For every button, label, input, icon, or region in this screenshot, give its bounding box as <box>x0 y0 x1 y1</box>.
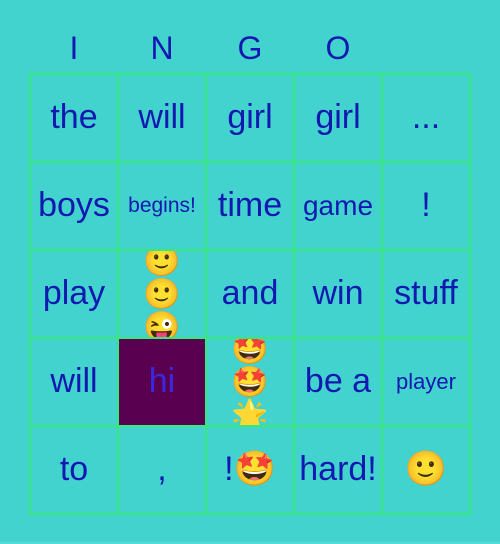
bingo-board: the will girl girl ... boys begins! time… <box>29 73 471 515</box>
bingo-cell[interactable]: to <box>31 427 119 515</box>
bingo-cell[interactable]: win <box>295 251 383 339</box>
bingo-cell[interactable]: girl <box>295 75 383 163</box>
bingo-cell[interactable]: , <box>119 427 207 515</box>
bingo-cell[interactable]: player <box>383 339 471 427</box>
bingo-cell[interactable]: will <box>119 75 207 163</box>
bingo-cell[interactable]: begins! <box>119 163 207 251</box>
bingo-cell[interactable]: be a <box>295 339 383 427</box>
bingo-cell[interactable]: girl <box>207 75 295 163</box>
header-letter-col-4: O <box>325 30 351 66</box>
bingo-cell[interactable]: 🙂 <box>383 427 471 515</box>
bingo-cell[interactable]: ... <box>383 75 471 163</box>
bingo-cell[interactable]: stuff <box>383 251 471 339</box>
header-letter-col-3: G <box>237 30 263 66</box>
bingo-header: I N G O <box>30 24 470 72</box>
bingo-cell[interactable]: hard! <box>295 427 383 515</box>
bingo-cell[interactable]: !🤩 <box>207 427 295 515</box>
bingo-cell[interactable]: play <box>31 251 119 339</box>
bingo-cell-emoji[interactable]: 🙂🙂😜 <box>119 251 207 339</box>
header-letter-col-1: I <box>69 30 79 66</box>
bingo-cell[interactable]: time <box>207 163 295 251</box>
bingo-cell[interactable]: ! <box>383 163 471 251</box>
bingo-cell[interactable]: boys <box>31 163 119 251</box>
bingo-cell[interactable]: and <box>207 251 295 339</box>
bingo-cell[interactable]: game <box>295 163 383 251</box>
header-letter-col-5 <box>382 24 470 72</box>
bingo-cell-emoji[interactable]: 🤩🤩🌟 <box>207 339 295 427</box>
bingo-cell-marked[interactable]: hi <box>119 339 207 427</box>
header-letter-col-2: N <box>150 30 174 66</box>
bingo-cell[interactable]: will <box>31 339 119 427</box>
bingo-cell[interactable]: the <box>31 75 119 163</box>
